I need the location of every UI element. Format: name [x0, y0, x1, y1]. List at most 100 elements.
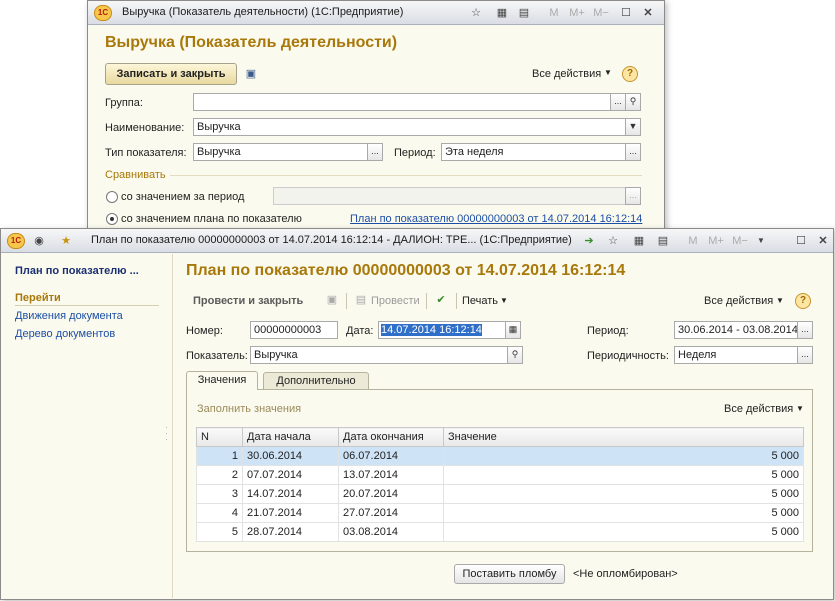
forward-icon[interactable]: ➔	[581, 233, 597, 249]
calculator-icon[interactable]: ▦	[631, 233, 647, 249]
date-value[interactable]: 14.07.2014 16:12:14	[381, 324, 482, 336]
period-field[interactable]: 30.06.2014 - 03.08.2014	[674, 321, 798, 339]
more-icon[interactable]: ▼	[753, 233, 769, 249]
memory-plus-button[interactable]: M+	[566, 5, 588, 21]
cell-end[interactable]: 13.07.2014	[338, 465, 444, 485]
group-select-button[interactable]: ...	[610, 93, 626, 111]
tab-additional[interactable]: Дополнительно	[263, 372, 369, 390]
back-all-actions[interactable]: Все действия	[532, 68, 601, 80]
group-search-icon[interactable]: ⚲	[625, 93, 641, 111]
close-icon[interactable]: ✕	[815, 233, 831, 249]
fill-values-button[interactable]: Заполнить значения	[197, 403, 301, 415]
name-dropdown-icon[interactable]: ▼	[625, 118, 641, 136]
type-select-button[interactable]: ...	[367, 143, 383, 161]
period-select-button[interactable]: ...	[797, 321, 813, 339]
maximize-icon[interactable]: ☐	[793, 233, 809, 249]
cell-start[interactable]: 21.07.2014	[242, 503, 339, 523]
help-icon[interactable]: ?	[622, 66, 638, 82]
save-close-button[interactable]: Записать и закрыть	[105, 63, 237, 85]
post-close-button[interactable]: Провести и закрыть	[193, 295, 303, 307]
save-icon[interactable]: ▣	[243, 66, 259, 82]
cell-value[interactable]: 5 000	[443, 522, 804, 542]
cell-value[interactable]: 5 000	[443, 503, 804, 523]
sidebar-link-movements[interactable]: Движения документа	[15, 310, 123, 322]
type-field[interactable]: Выручка	[193, 143, 368, 161]
cell-n[interactable]: 3	[196, 484, 243, 504]
table-all-actions[interactable]: Все действия	[724, 403, 793, 415]
table-row[interactable]: 3 14.07.2014 20.07.2014 5 000	[196, 484, 804, 504]
front-all-actions-arrow-icon[interactable]: ▼	[776, 296, 784, 305]
table-row[interactable]: 1 30.06.2014 06.07.2014 5 000	[196, 446, 804, 466]
col-end[interactable]: Дата окончания	[338, 427, 444, 447]
checklist-icon[interactable]: ✔	[433, 292, 449, 308]
print-button[interactable]: Печать	[462, 295, 498, 307]
calendar-icon[interactable]: ▤	[655, 233, 671, 249]
back-period-select-button[interactable]: ...	[625, 143, 641, 161]
radio-plan[interactable]	[106, 213, 118, 225]
cell-n[interactable]: 2	[196, 465, 243, 485]
cell-value[interactable]: 5 000	[443, 484, 804, 504]
cell-value[interactable]: 5 000	[443, 446, 804, 466]
save-icon[interactable]: ▣	[324, 292, 340, 308]
menu-dropdown-icon[interactable]: ◉	[31, 233, 47, 249]
cell-n[interactable]: 5	[196, 522, 243, 542]
cell-n[interactable]: 1	[196, 446, 243, 466]
cell-start[interactable]: 30.06.2014	[242, 446, 339, 466]
date-field[interactable]: 14.07.2014 16:12:14	[378, 321, 506, 339]
memory-button[interactable]: M	[546, 5, 562, 21]
seal-button[interactable]: Поставить пломбу	[454, 564, 565, 584]
favorite-star-icon[interactable]: ★	[58, 233, 74, 249]
periodicity-field[interactable]: Неделя	[674, 346, 798, 364]
col-value[interactable]: Значение	[443, 427, 804, 447]
cell-value[interactable]: 5 000	[443, 465, 804, 485]
front-window: 1С ◉ ★ План по показателю 00000000003 от…	[0, 228, 834, 600]
back-all-actions-arrow-icon[interactable]: ▼	[604, 68, 612, 77]
print-arrow-icon[interactable]: ▼	[500, 296, 508, 305]
memory-button[interactable]: M	[685, 233, 701, 249]
col-n[interactable]: N	[196, 427, 243, 447]
table-row[interactable]: 2 07.07.2014 13.07.2014 5 000	[196, 465, 804, 485]
sidebar-link-tree[interactable]: Дерево документов	[15, 328, 115, 340]
help-icon[interactable]: ?	[795, 293, 811, 309]
col-start[interactable]: Дата начала	[242, 427, 339, 447]
periodicity-select-button[interactable]: ...	[797, 346, 813, 364]
table-row[interactable]: 4 21.07.2014 27.07.2014 5 000	[196, 503, 804, 523]
indicator-field[interactable]: Выручка	[250, 346, 508, 364]
maximize-icon[interactable]: ☐	[618, 5, 634, 21]
tab-values[interactable]: Значения	[186, 371, 258, 390]
memory-minus-button[interactable]: M−	[729, 233, 751, 249]
cell-start[interactable]: 28.07.2014	[242, 522, 339, 542]
post-icon[interactable]: ▤	[353, 292, 369, 308]
cell-end[interactable]: 03.08.2014	[338, 522, 444, 542]
cell-start[interactable]: 07.07.2014	[242, 465, 339, 485]
plan-link[interactable]: План по показателю 00000000003 от 14.07.…	[350, 213, 642, 225]
memory-minus-button[interactable]: M−	[590, 5, 612, 21]
close-icon[interactable]: ✕	[640, 5, 656, 21]
back-period-field[interactable]: Эта неделя	[441, 143, 627, 161]
cell-end[interactable]: 06.07.2014	[338, 446, 444, 466]
date-calendar-icon[interactable]: ▦	[505, 321, 521, 339]
cell-start[interactable]: 14.07.2014	[242, 484, 339, 504]
favorite-icon[interactable]: ☆	[468, 5, 484, 21]
calendar-icon[interactable]: ▤	[516, 5, 532, 21]
splitter-handle[interactable]: · · ·	[165, 423, 168, 444]
favorite-icon[interactable]: ☆	[605, 233, 621, 249]
post-button[interactable]: Провести	[371, 295, 420, 307]
group-field[interactable]	[193, 93, 611, 111]
sidebar-title[interactable]: План по показателю ...	[15, 265, 139, 277]
memory-plus-button[interactable]: M+	[705, 233, 727, 249]
front-all-actions[interactable]: Все действия	[704, 295, 773, 307]
indicator-search-icon[interactable]: ⚲	[507, 346, 523, 364]
number-field[interactable]: 00000000003	[250, 321, 338, 339]
values-table[interactable]: N Дата начала Дата окончания Значение 1 …	[196, 427, 804, 542]
radio-plan-label[interactable]: со значением плана по показателю	[121, 213, 302, 225]
calculator-icon[interactable]: ▦	[494, 5, 510, 21]
cell-end[interactable]: 20.07.2014	[338, 484, 444, 504]
radio-period[interactable]	[106, 191, 118, 203]
radio-period-label[interactable]: со значением за период	[121, 191, 244, 203]
table-row[interactable]: 5 28.07.2014 03.08.2014 5 000	[196, 522, 804, 542]
cell-end[interactable]: 27.07.2014	[338, 503, 444, 523]
name-field[interactable]: Выручка	[193, 118, 626, 136]
cell-n[interactable]: 4	[196, 503, 243, 523]
table-all-actions-arrow-icon[interactable]: ▼	[796, 404, 804, 413]
